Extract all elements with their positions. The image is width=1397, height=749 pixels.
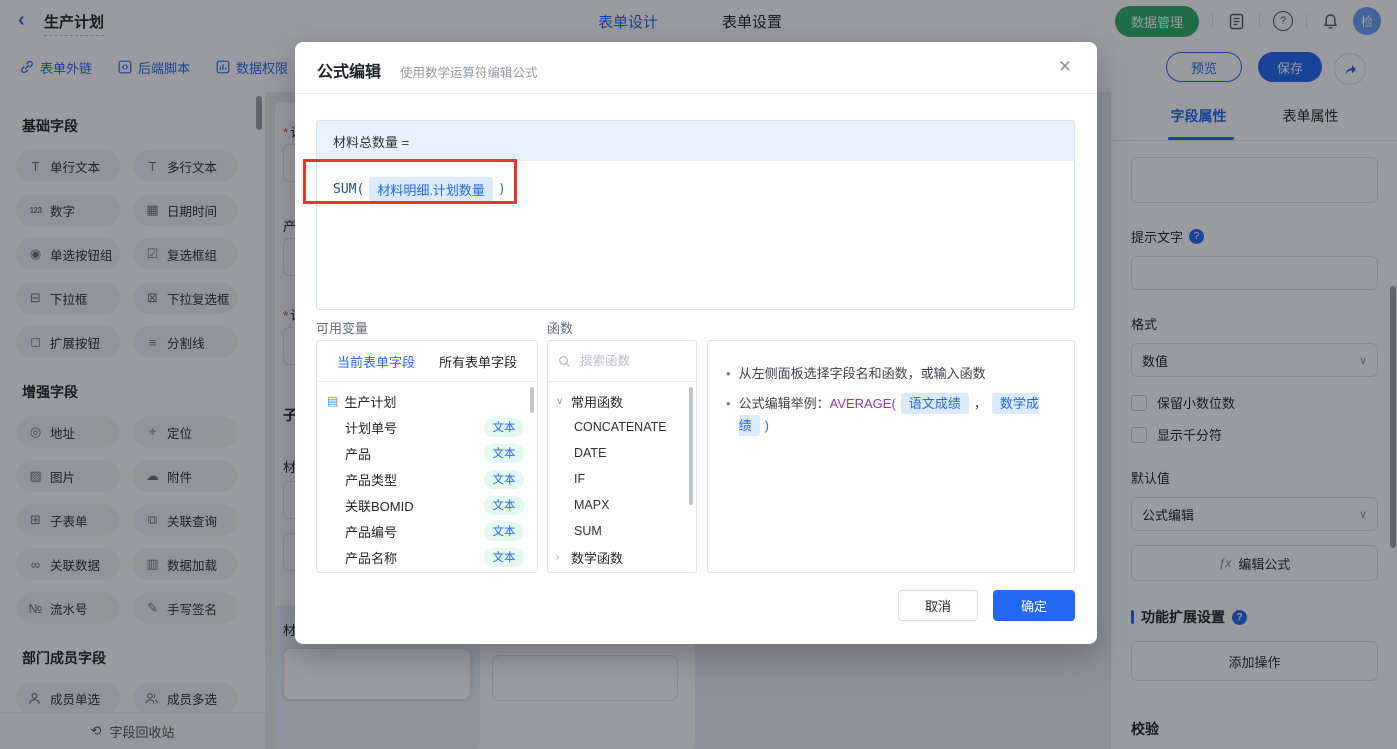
- type-tag: 文本: [484, 521, 524, 541]
- close-icon[interactable]: ×: [1059, 56, 1071, 77]
- function-item[interactable]: CONCATENATE: [548, 414, 696, 440]
- functions-scrollbar[interactable]: [689, 387, 693, 505]
- example-prefix: 公式编辑举例：: [738, 396, 830, 411]
- average-function-token: AVERAGE(: [829, 396, 896, 411]
- type-tag: 文本: [484, 417, 524, 437]
- function-item[interactable]: IF: [548, 466, 696, 492]
- chevron-right-icon: ›: [556, 551, 560, 563]
- variable-row[interactable]: 产品 文本: [317, 440, 537, 466]
- function-item[interactable]: SUM: [548, 518, 696, 544]
- modal-header: 公式编辑 使用数学运算符编辑公式 ×: [295, 42, 1097, 94]
- modal-title: 公式编辑: [317, 64, 382, 81]
- variable-row[interactable]: 产品编号 文本: [317, 518, 537, 544]
- formula-editor-modal: 公式编辑 使用数学运算符编辑公式 × 材料总数量 = SUM( 材料明细.计划数…: [295, 42, 1097, 644]
- functions-label: 函数: [547, 321, 574, 336]
- function-item[interactable]: MAPX: [548, 492, 696, 518]
- form-doc-icon: ▤: [327, 394, 339, 408]
- type-tag: 文本: [484, 495, 524, 515]
- function-item[interactable]: DATE: [548, 440, 696, 466]
- function-search-input[interactable]: [578, 353, 678, 369]
- close-paren-token: ): [764, 418, 769, 433]
- bullet-icon: •: [726, 366, 731, 381]
- comma-token: ，: [973, 396, 987, 411]
- function-group-math[interactable]: › 数学函数: [548, 544, 696, 570]
- variable-row[interactable]: 文本: [317, 570, 537, 572]
- modal-subtitle: 使用数学运算符编辑公式: [400, 66, 538, 80]
- hint-line-1: • 从左侧面板选择字段名和函数，或输入函数: [722, 363, 1060, 385]
- app-root: ‹ 生产计划 表单设计 表单设置 数据管理 ? 检 表单外链 后端脚本 数据权限…: [0, 0, 1397, 749]
- functions-panel: ∨ 常用函数 CONCATENATE DATE IF MAPX SUM › 数学…: [547, 340, 697, 573]
- chevron-down-icon: ∨: [556, 395, 564, 407]
- tab-current-form-fields[interactable]: 当前表单字段: [337, 352, 415, 371]
- variable-row[interactable]: 产品类型 文本: [317, 466, 537, 492]
- annotation-highlight-box: [303, 159, 517, 204]
- variables-panel: 当前表单字段 所有表单字段 ▤ 生产计划 计划单号 文本 产品 文本 产品类型 文本 …: [316, 340, 538, 573]
- hints-panel: • 从左侧面板选择字段名和函数，或输入函数 • 公式编辑举例：AVERAGE( 语…: [707, 340, 1075, 573]
- type-tag: 文本: [484, 469, 524, 489]
- variable-tree-root[interactable]: ▤ 生产计划: [317, 388, 537, 414]
- confirm-button[interactable]: 确定: [993, 590, 1075, 621]
- search-icon: [559, 355, 570, 367]
- variable-row[interactable]: 计划单号 文本: [317, 414, 537, 440]
- bullet-icon: •: [726, 396, 731, 411]
- tab-all-form-fields[interactable]: 所有表单字段: [439, 352, 517, 371]
- type-tag: 文本: [484, 547, 524, 567]
- formula-target: 材料总数量 =: [317, 121, 1074, 161]
- cancel-button[interactable]: 取消: [898, 590, 978, 621]
- function-group-common[interactable]: ∨ 常用函数: [548, 388, 696, 414]
- example-chip-chinese-score: 语文成绩: [900, 393, 969, 414]
- variable-row[interactable]: 产品名称 文本: [317, 544, 537, 570]
- function-group-text[interactable]: › 文本函数: [548, 570, 696, 572]
- variable-row[interactable]: 关联BOMID 文本: [317, 492, 537, 518]
- variables-scrollbar[interactable]: [530, 387, 534, 413]
- type-tag: 文本: [484, 443, 524, 463]
- variables-tabs: 当前表单字段 所有表单字段: [317, 341, 537, 382]
- formula-editor-box[interactable]: 材料总数量 = SUM( 材料明细.计划数量 ): [316, 120, 1075, 310]
- function-search-row: [548, 341, 696, 382]
- hint-line-2: • 公式编辑举例：AVERAGE(语文成绩，数学成绩): [722, 393, 1060, 437]
- variables-label: 可用变量: [316, 321, 369, 336]
